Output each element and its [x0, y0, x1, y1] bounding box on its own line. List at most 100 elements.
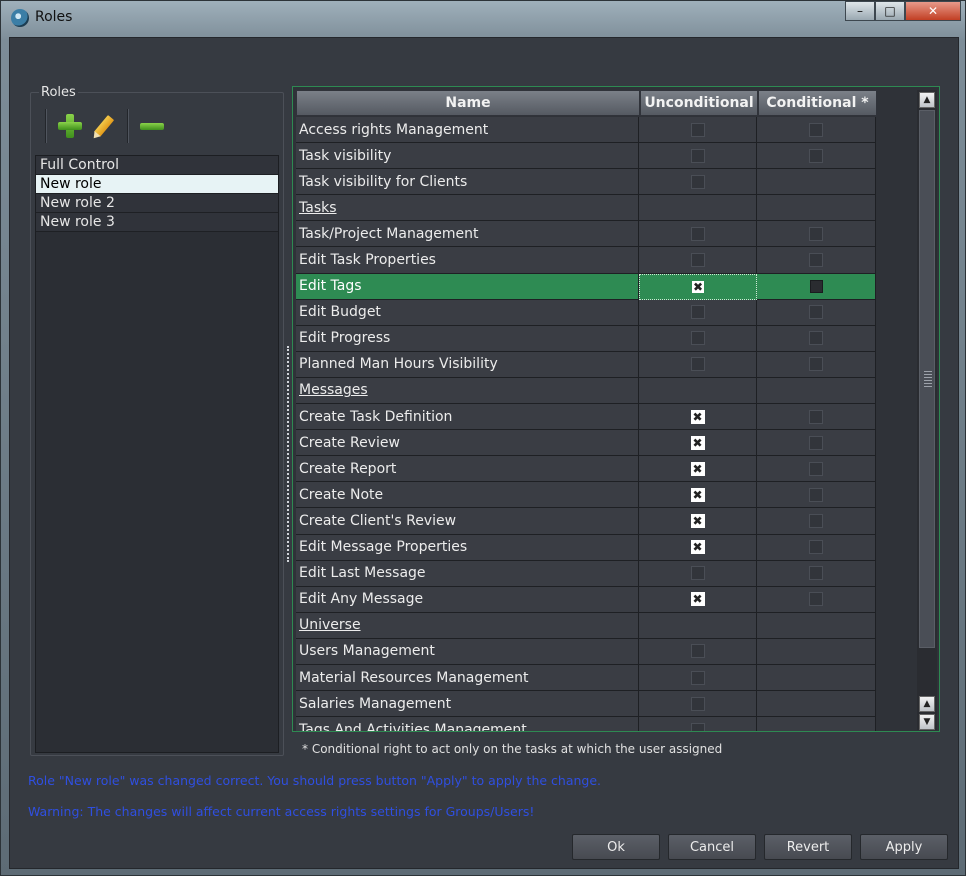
remove-role-button[interactable]	[135, 109, 169, 143]
splitter-handle[interactable]	[287, 346, 290, 562]
close-button[interactable]: ✕	[905, 1, 961, 21]
conditional-cell[interactable]	[757, 117, 876, 144]
unconditional-cell[interactable]: ✖	[639, 586, 757, 613]
scroll-down-button[interactable]: ▼	[919, 714, 935, 730]
table-row[interactable]: Planned Man Hours Visibility	[296, 351, 876, 378]
unconditional-cell[interactable]	[639, 664, 757, 692]
table-row[interactable]: Task/Project Management	[296, 221, 876, 248]
checkbox[interactable]	[809, 331, 823, 346]
table-row[interactable]: Task visibility	[296, 143, 876, 170]
checkbox[interactable]	[809, 592, 823, 607]
checkbox[interactable]: ✖	[690, 513, 705, 528]
scrollbar-thumb[interactable]	[919, 110, 935, 648]
column-header-conditional[interactable]: Conditional *	[758, 90, 877, 116]
table-row[interactable]: Task visibility for Clients	[296, 169, 876, 196]
checkbox[interactable]	[690, 122, 705, 137]
table-row[interactable]: Edit Progress	[296, 325, 876, 352]
conditional-cell[interactable]	[757, 143, 876, 170]
conditional-cell[interactable]	[757, 273, 876, 300]
checkbox[interactable]	[690, 670, 705, 685]
checkbox[interactable]: ✖	[691, 279, 705, 294]
cancel-button[interactable]: Cancel	[668, 834, 756, 860]
unconditional-cell[interactable]	[639, 638, 757, 665]
table-row[interactable]: Users Management	[296, 638, 876, 665]
conditional-cell[interactable]	[757, 247, 876, 274]
role-list-item[interactable]: Full Control	[36, 156, 278, 175]
checkbox[interactable]	[809, 540, 823, 555]
checkbox[interactable]	[690, 174, 705, 189]
unconditional-cell[interactable]: ✖	[639, 482, 757, 509]
table-row[interactable]: Create Note ✖	[296, 482, 876, 509]
conditional-cell[interactable]	[757, 404, 876, 431]
unconditional-cell[interactable]	[639, 221, 757, 248]
checkbox[interactable]	[690, 253, 705, 268]
checkbox[interactable]	[809, 279, 823, 293]
checkbox[interactable]	[690, 722, 705, 731]
table-row[interactable]: Edit Any Message ✖	[296, 586, 876, 613]
checkbox[interactable]	[809, 357, 823, 372]
unconditional-cell[interactable]: ✖	[639, 534, 757, 561]
checkbox[interactable]	[809, 461, 823, 476]
apply-button[interactable]: Apply	[860, 834, 948, 860]
conditional-cell[interactable]	[757, 299, 876, 326]
revert-button[interactable]: Revert	[764, 834, 852, 860]
table-row[interactable]: Edit Tags ✖	[296, 273, 876, 300]
checkbox[interactable]	[809, 305, 823, 320]
checkbox[interactable]	[809, 513, 823, 528]
unconditional-cell[interactable]: ✖	[639, 456, 757, 483]
maximize-button[interactable]: □	[875, 1, 905, 21]
checkbox[interactable]: ✖	[690, 461, 705, 476]
table-row[interactable]: Create Review ✖	[296, 430, 876, 457]
unconditional-cell[interactable]	[639, 717, 757, 731]
checkbox[interactable]	[690, 226, 705, 241]
scroll-up-button-lower[interactable]: ▲	[919, 696, 935, 712]
checkbox[interactable]: ✖	[690, 487, 705, 502]
table-row[interactable]: Access rights Management	[296, 117, 876, 144]
role-list-item[interactable]: New role 3	[36, 213, 278, 232]
checkbox[interactable]	[809, 148, 823, 163]
checkbox[interactable]: ✖	[690, 540, 705, 555]
checkbox[interactable]: ✖	[690, 409, 705, 424]
table-row[interactable]: Universe	[296, 612, 876, 639]
minimize-button[interactable]: –	[845, 1, 875, 21]
checkbox[interactable]	[809, 253, 823, 268]
scroll-up-button[interactable]: ▲	[919, 92, 935, 108]
vertical-scrollbar[interactable]: ▲ ▲ ▼	[917, 90, 937, 730]
table-row[interactable]: Create Report ✖	[296, 456, 876, 483]
checkbox[interactable]	[809, 566, 823, 581]
table-row[interactable]: Create Client's Review ✖	[296, 508, 876, 535]
unconditional-cell[interactable]: ✖	[639, 508, 757, 535]
conditional-cell[interactable]	[757, 351, 876, 378]
unconditional-cell[interactable]	[639, 691, 757, 718]
checkbox[interactable]	[809, 487, 823, 502]
checkbox[interactable]	[690, 331, 705, 346]
unconditional-cell[interactable]: ✖	[639, 430, 757, 457]
conditional-cell[interactable]	[757, 456, 876, 483]
table-row[interactable]: Material Resources Management	[296, 664, 876, 692]
table-row[interactable]: Tags And Activities Management	[296, 717, 876, 731]
table-row[interactable]: Edit Task Properties	[296, 247, 876, 274]
table-row[interactable]: Messages	[296, 377, 876, 405]
checkbox[interactable]	[690, 148, 705, 163]
conditional-cell[interactable]	[757, 534, 876, 561]
unconditional-cell[interactable]	[639, 325, 757, 352]
unconditional-cell[interactable]	[639, 143, 757, 170]
table-row[interactable]: Edit Budget	[296, 299, 876, 326]
checkbox[interactable]	[809, 409, 823, 424]
unconditional-cell[interactable]	[639, 351, 757, 378]
checkbox[interactable]	[690, 696, 705, 711]
unconditional-cell[interactable]	[639, 560, 757, 587]
unconditional-cell[interactable]	[639, 117, 757, 144]
conditional-cell[interactable]	[757, 221, 876, 248]
table-row[interactable]: Edit Message Properties ✖	[296, 534, 876, 561]
conditional-cell[interactable]	[757, 586, 876, 613]
table-row[interactable]: Edit Last Message	[296, 560, 876, 587]
unconditional-cell[interactable]	[639, 247, 757, 274]
unconditional-cell[interactable]	[639, 299, 757, 326]
column-header-unconditional[interactable]: Unconditional	[640, 90, 758, 116]
checkbox[interactable]	[690, 357, 705, 372]
table-row[interactable]: Create Task Definition ✖	[296, 404, 876, 431]
checkbox[interactable]	[690, 566, 705, 581]
checkbox[interactable]	[809, 435, 823, 450]
unconditional-cell[interactable]: ✖	[639, 404, 757, 431]
